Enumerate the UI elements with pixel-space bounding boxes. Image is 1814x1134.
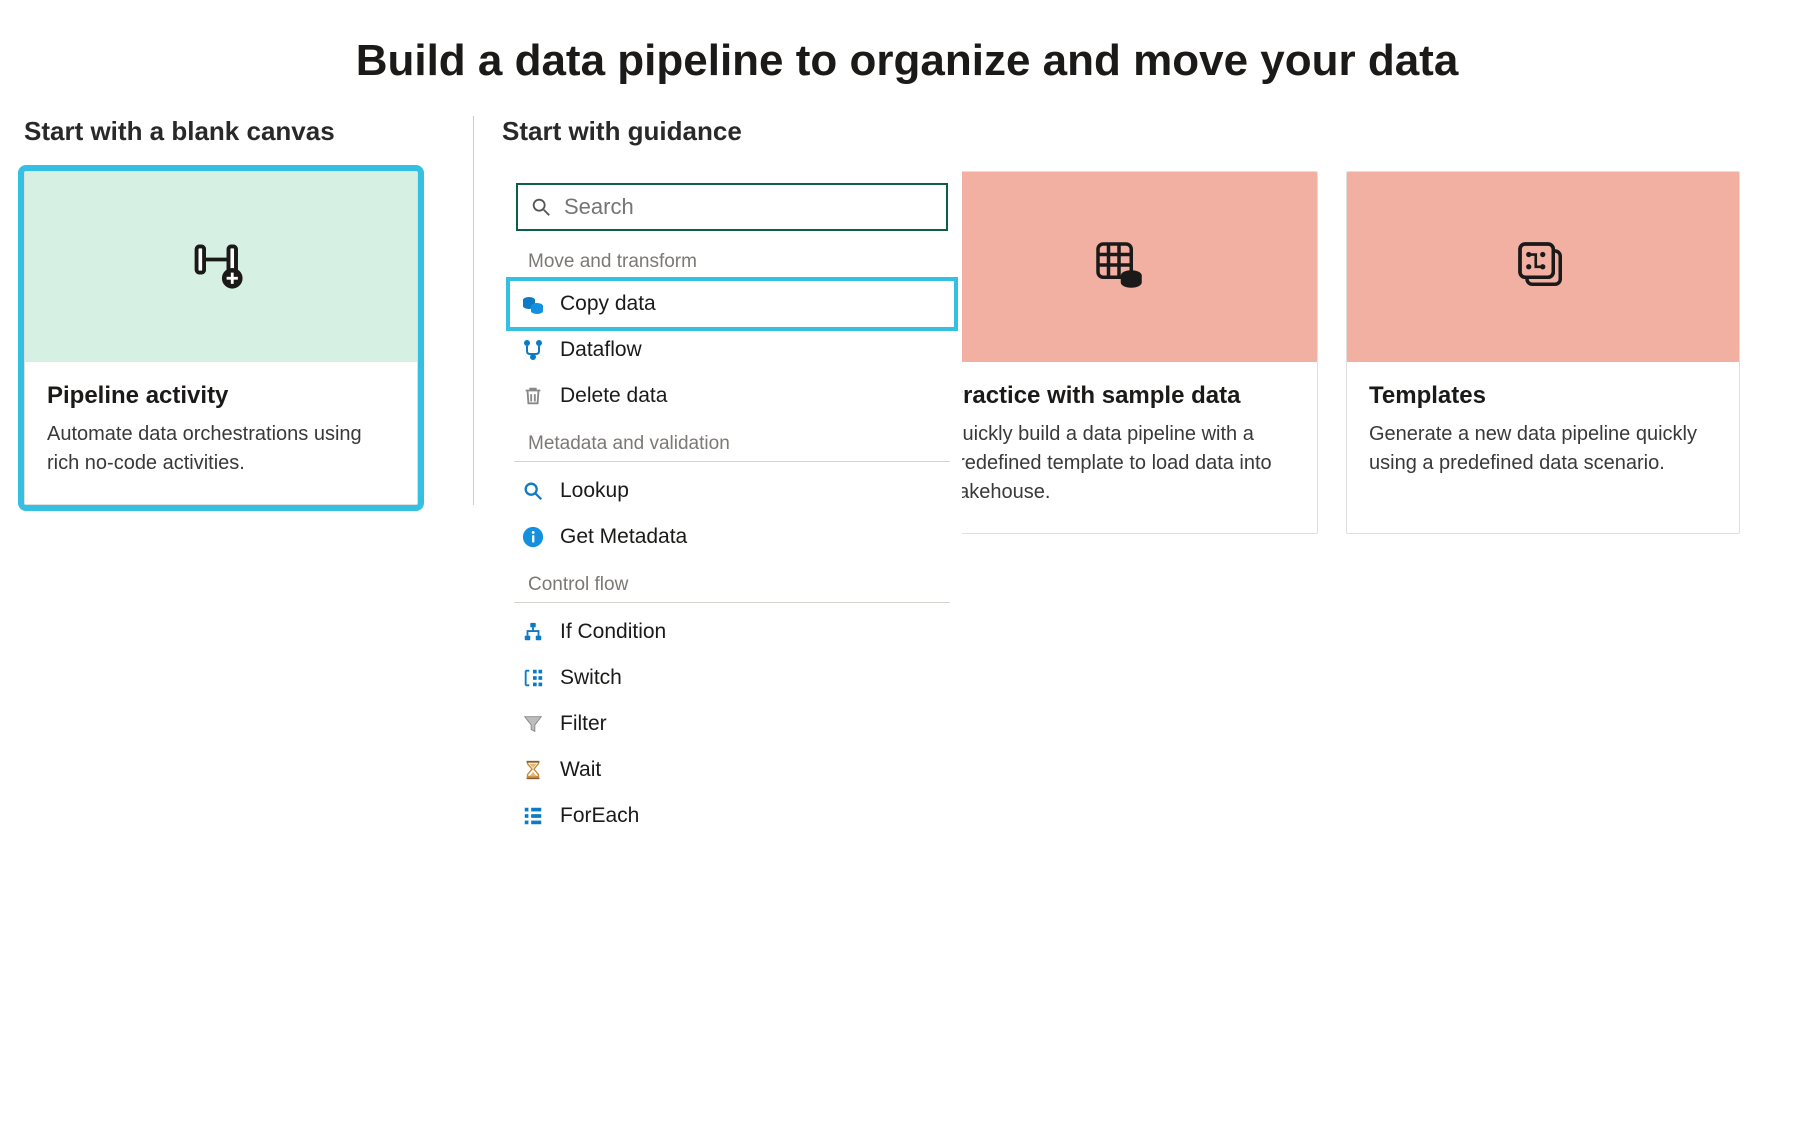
menu-if-condition-label: If Condition: [560, 620, 666, 644]
blank-canvas-section: Start with a blank canvas: [24, 116, 474, 505]
switch-icon: [520, 665, 546, 691]
foreach-icon: [520, 803, 546, 829]
menu-filter[interactable]: Filter: [510, 701, 954, 747]
hourglass-icon: [520, 757, 546, 783]
menu-copy-data-label: Copy data: [560, 292, 656, 316]
card-templates[interactable]: Templates Generate a new data pipeline q…: [1346, 171, 1740, 534]
blank-canvas-heading: Start with a blank canvas: [24, 116, 433, 147]
menu-get-metadata-label: Get Metadata: [560, 525, 687, 549]
card-pipeline-title: Pipeline activity: [47, 382, 395, 410]
card-pipeline-activity[interactable]: Pipeline activity Automate data orchestr…: [24, 171, 418, 505]
group-metadata-validation: Metadata and validation: [514, 423, 950, 462]
page-title: Build a data pipeline to organize and mo…: [0, 36, 1814, 86]
lookup-icon: [520, 478, 546, 504]
card-sample-hero: [925, 172, 1317, 362]
card-sample-title: Practice with sample data: [947, 382, 1295, 410]
menu-copy-data[interactable]: Copy data: [510, 281, 954, 327]
menu-get-metadata[interactable]: Get Metadata: [510, 514, 954, 560]
group-move-transform: Move and transform: [514, 237, 950, 275]
menu-foreach[interactable]: ForEach: [510, 793, 954, 839]
menu-foreach-label: ForEach: [560, 804, 639, 828]
sample-data-icon: [1091, 237, 1151, 297]
dataflow-icon: [520, 337, 546, 363]
menu-if-condition[interactable]: If Condition: [510, 609, 954, 655]
menu-wait-label: Wait: [560, 758, 601, 782]
filter-icon: [520, 711, 546, 737]
card-pipeline-hero: [25, 172, 417, 362]
trash-icon: [520, 383, 546, 409]
menu-lookup[interactable]: Lookup: [510, 468, 954, 514]
search-input[interactable]: [562, 193, 936, 221]
card-templates-desc: Generate a new data pipeline quickly usi…: [1369, 420, 1717, 478]
menu-wait[interactable]: Wait: [510, 747, 954, 793]
card-templates-hero: [1347, 172, 1739, 362]
menu-switch[interactable]: Switch: [510, 655, 954, 701]
card-sample-desc: Quickly build a data pipeline with a pre…: [947, 420, 1295, 507]
activity-search-box[interactable]: [516, 183, 948, 231]
activity-dropdown: Move and transform Copy data: [502, 171, 962, 853]
menu-dataflow[interactable]: Dataflow: [510, 327, 954, 373]
guidance-heading: Start with guidance: [502, 116, 1790, 147]
group-control-flow: Control flow: [514, 564, 950, 603]
menu-delete-data-label: Delete data: [560, 384, 667, 408]
templates-icon: [1513, 237, 1573, 297]
card-pipeline-desc: Automate data orchestrations using rich …: [47, 420, 395, 478]
info-icon: [520, 524, 546, 550]
copy-data-icon: [520, 291, 546, 317]
main-columns: Start with a blank canvas: [0, 116, 1814, 534]
card-sample-data[interactable]: Practice with sample data Quickly build …: [924, 171, 1318, 534]
guidance-section: Start with guidance: [474, 116, 1790, 534]
menu-delete-data[interactable]: Delete data: [510, 373, 954, 419]
pipeline-icon: [191, 237, 251, 297]
menu-filter-label: Filter: [560, 712, 607, 736]
guidance-cards-row: Practice with sample data Quickly build …: [502, 171, 1790, 534]
card-templates-title: Templates: [1369, 382, 1717, 410]
menu-switch-label: Switch: [560, 666, 622, 690]
menu-lookup-label: Lookup: [560, 479, 629, 503]
search-icon: [528, 194, 554, 220]
menu-dataflow-label: Dataflow: [560, 338, 642, 362]
if-condition-icon: [520, 619, 546, 645]
